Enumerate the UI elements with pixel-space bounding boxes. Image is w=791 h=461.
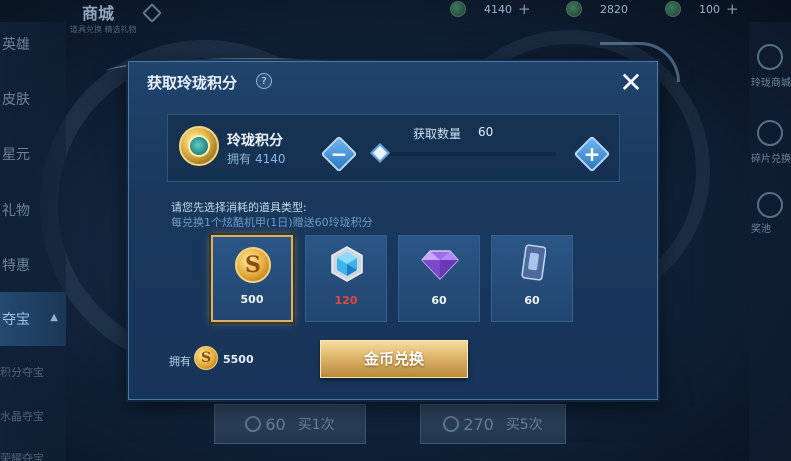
owned-gold-label: 拥有 bbox=[169, 355, 191, 368]
side-nav-item-label: 夺宝 bbox=[2, 312, 30, 328]
gold-exchange-button[interactable]: 金币兑换 bbox=[320, 340, 468, 378]
linglong-shop-icon[interactable] bbox=[757, 44, 783, 70]
buy-cost: 60 bbox=[265, 414, 286, 434]
currency-gem[interactable]: 100 + bbox=[665, 0, 739, 18]
quantity-label: 获取数量 bbox=[413, 127, 462, 141]
item-cost: 500 bbox=[240, 293, 264, 306]
gem-icon bbox=[443, 416, 460, 432]
buy-cost: 270 bbox=[463, 414, 494, 434]
currency-jade[interactable]: 4140 + bbox=[450, 0, 531, 18]
linglong-points-icon bbox=[179, 126, 219, 166]
points-owned: 拥有 4140 bbox=[227, 150, 286, 167]
item-cost: 120 bbox=[334, 294, 358, 307]
item-cost: 60 bbox=[431, 294, 447, 307]
item-option-hex-gem[interactable]: 120 bbox=[305, 235, 387, 322]
item-option-diamond[interactable]: 60 bbox=[398, 235, 480, 322]
hex-gem-icon bbox=[331, 246, 363, 282]
add-currency-icon[interactable]: + bbox=[726, 0, 739, 18]
shop-title: 商城 bbox=[82, 4, 115, 23]
side-nav-item-treasure[interactable]: 夺宝 ▲ bbox=[0, 292, 66, 346]
minus-icon: − bbox=[330, 142, 348, 166]
currency-token[interactable]: 2820 bbox=[566, 0, 628, 18]
side-nav-item-skins[interactable]: 皮肤 bbox=[0, 89, 66, 109]
item-option-card[interactable]: 60 bbox=[491, 235, 573, 322]
shop-subtitle: 道具兑换 精选礼物 bbox=[70, 25, 137, 34]
gem-coin-icon bbox=[665, 1, 681, 17]
points-owned-value: 4140 bbox=[255, 152, 286, 166]
jade-coin-icon bbox=[450, 1, 466, 17]
buy-action: 买5次 bbox=[505, 417, 543, 433]
get-points-dialog: 获取玲珑积分 ? ✕ 玲珑积分 拥有 4140 获取数量 60 − + 请您先选择… bbox=[128, 61, 658, 400]
currency-value: 2820 bbox=[600, 2, 628, 16]
dialog-title: 获取玲珑积分 bbox=[147, 74, 238, 92]
instruction-text: 请您先选择消耗的道具类型: bbox=[171, 201, 307, 214]
right-nav-label: 玲珑商城 bbox=[751, 78, 791, 89]
quantity-slider[interactable] bbox=[382, 152, 556, 156]
caret-up-icon: ▲ bbox=[50, 312, 58, 323]
side-sub-item[interactable]: 荣耀夺宝 bbox=[0, 450, 44, 461]
currency-value: 100 bbox=[699, 2, 720, 16]
quantity-slider-thumb[interactable] bbox=[370, 143, 390, 163]
shop-gem-icon bbox=[142, 3, 162, 23]
owned-gold-amount: 5500 bbox=[223, 353, 254, 366]
prize-pool-icon[interactable] bbox=[757, 192, 783, 218]
buy-action: 买1次 bbox=[297, 417, 335, 433]
add-currency-icon[interactable]: + bbox=[518, 0, 531, 18]
currency-value: 4140 bbox=[484, 2, 512, 16]
gem-icon bbox=[245, 416, 262, 432]
decrease-quantity-button[interactable]: − bbox=[320, 135, 358, 173]
bonus-hint-text: 每兑换1个炫酷机甲(1日)赠送60玲珑积分 bbox=[171, 216, 373, 229]
side-sub-item[interactable]: 水晶夺宝 bbox=[0, 408, 44, 424]
side-nav-item-gifts[interactable]: 礼物 bbox=[0, 200, 66, 220]
side-nav-item-deals[interactable]: 特惠 bbox=[0, 255, 66, 275]
points-panel: 玲珑积分 拥有 4140 获取数量 60 − + bbox=[167, 114, 620, 182]
gold-coin-icon: S bbox=[235, 247, 271, 283]
points-owned-label: 拥有 bbox=[227, 152, 252, 166]
side-nav-item-heroes[interactable]: 英雄 bbox=[0, 34, 66, 54]
points-name: 玲珑积分 bbox=[227, 133, 283, 149]
increase-quantity-button[interactable]: + bbox=[573, 135, 611, 173]
diamond-icon bbox=[421, 250, 459, 280]
gold-coin-icon: S bbox=[194, 346, 218, 370]
right-nav: 玲珑商城 碎片兑换 奖池 bbox=[749, 22, 791, 461]
quantity-value: 60 bbox=[478, 125, 494, 139]
side-sub-item[interactable]: 积分夺宝 bbox=[0, 364, 44, 380]
close-icon[interactable]: ✕ bbox=[616, 68, 646, 98]
top-bar: 商城 道具兑换 精选礼物 4140 + 2820 100 + bbox=[0, 0, 791, 34]
fragment-exchange-icon[interactable] bbox=[757, 120, 783, 146]
side-nav: 英雄 皮肤 星元 礼物 特惠 夺宝 ▲ 积分夺宝 水晶夺宝 荣耀夺宝 bbox=[0, 22, 66, 461]
buy-five-button[interactable]: 270 买5次 bbox=[420, 404, 566, 444]
right-nav-label: 奖池 bbox=[751, 224, 771, 235]
plus-icon: + bbox=[583, 142, 601, 166]
buy-once-button[interactable]: 60 买1次 bbox=[214, 404, 366, 444]
item-option-gold-coin[interactable]: S 500 bbox=[211, 235, 293, 322]
token-coin-icon bbox=[566, 1, 582, 17]
side-nav-item-stars[interactable]: 星元 bbox=[0, 144, 66, 164]
item-cost: 60 bbox=[524, 294, 540, 307]
card-icon bbox=[521, 244, 546, 281]
right-nav-label: 碎片兑换 bbox=[751, 154, 791, 165]
help-icon[interactable]: ? bbox=[256, 73, 272, 89]
